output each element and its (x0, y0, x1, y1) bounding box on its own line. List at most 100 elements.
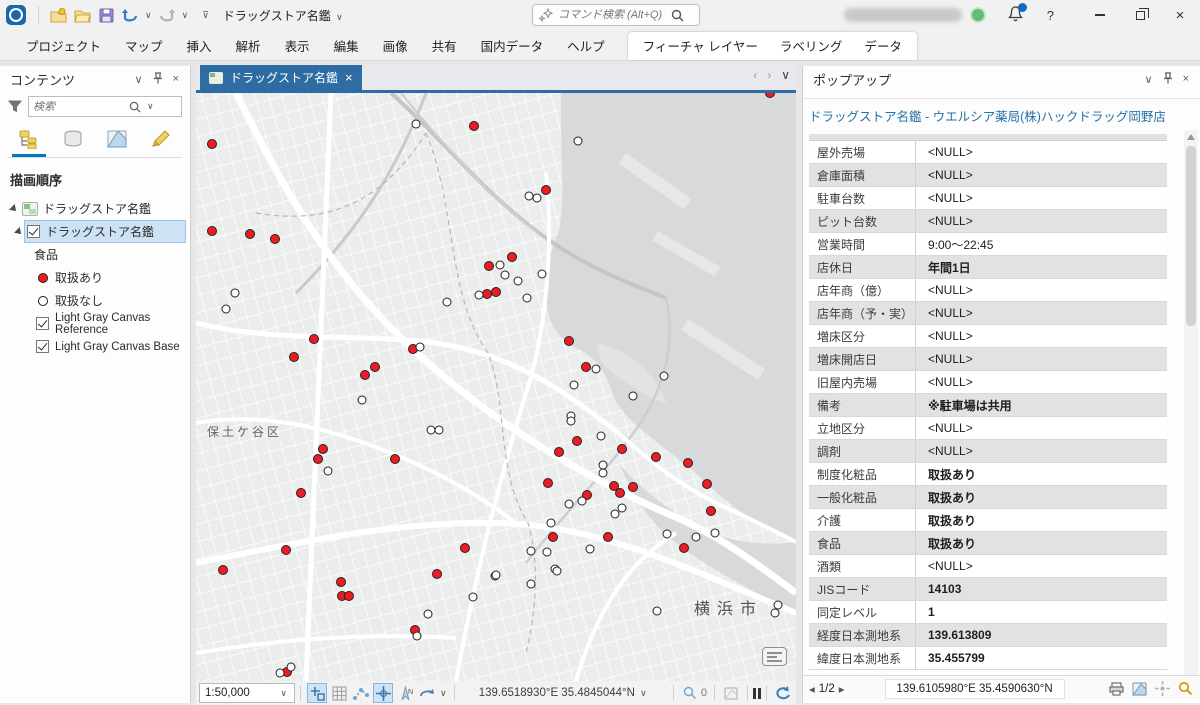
contents-search-box[interactable]: ∨ (28, 96, 182, 117)
store-point-white[interactable] (287, 663, 296, 672)
store-point-white[interactable] (711, 529, 720, 538)
popup-feature-title[interactable]: ドラッグストア名鑑 - ウエルシア薬局(株)ハックドラッグ岡野店 (809, 106, 1189, 125)
collapse-icon[interactable] (9, 204, 19, 214)
store-point-white[interactable] (578, 497, 587, 506)
minimize-button[interactable] (1080, 0, 1120, 30)
pane-menu-icon[interactable]: ∨ (1140, 73, 1158, 86)
pin-icon[interactable] (148, 72, 168, 87)
zoom-to-icon[interactable] (1178, 681, 1193, 696)
store-point-white[interactable] (592, 365, 601, 374)
close-pane-icon[interactable]: × (168, 73, 184, 85)
tab-selection[interactable] (100, 129, 134, 157)
store-point-white[interactable] (565, 500, 574, 509)
store-point-white[interactable] (424, 610, 433, 619)
command-search-box[interactable] (532, 4, 700, 26)
store-point-red[interactable] (296, 488, 306, 498)
rotate-button[interactable] (417, 683, 437, 703)
store-point-white[interactable] (231, 289, 240, 298)
ribbon-tab-10[interactable]: ヘルプ (555, 30, 617, 61)
store-point-red[interactable] (572, 436, 582, 446)
tree-item-layer-selected[interactable]: ドラッグストア名鑑 (24, 220, 186, 243)
print-icon[interactable] (1109, 682, 1124, 696)
layer-visibility-checkbox[interactable] (36, 340, 49, 353)
store-point-white[interactable] (492, 571, 501, 580)
ribbon-tab-4[interactable]: 解析 (224, 30, 273, 61)
store-point-red[interactable] (318, 444, 328, 454)
store-point-red[interactable] (615, 488, 625, 498)
store-point-white[interactable] (660, 372, 669, 381)
tab-drawing-order[interactable] (12, 129, 46, 157)
store-point-red[interactable] (651, 452, 661, 462)
store-point-white[interactable] (611, 510, 620, 519)
store-point-red[interactable] (370, 362, 380, 372)
search-options-icon[interactable]: ∨ (145, 101, 156, 112)
store-point-red[interactable] (432, 569, 442, 579)
tree-item-map[interactable]: ドラッグストア名鑑 (0, 197, 190, 220)
help-button[interactable]: ? (1047, 8, 1054, 23)
ribbon-tab-9[interactable]: 国内データ (469, 30, 556, 61)
layer-visibility-checkbox[interactable] (27, 225, 40, 238)
store-point-red[interactable] (336, 577, 346, 587)
snapping-toggle[interactable] (307, 683, 327, 703)
redo-dropdown-icon[interactable]: ∨ (180, 10, 191, 21)
prev-view-icon[interactable]: ‹ (753, 68, 757, 82)
store-point-white[interactable] (653, 607, 662, 616)
store-point-white[interactable] (412, 120, 421, 129)
store-point-red[interactable] (679, 543, 689, 553)
store-point-red[interactable] (313, 454, 323, 464)
prev-feature-icon[interactable]: ◂ (809, 682, 815, 696)
close-view-icon[interactable]: × (345, 70, 353, 85)
scroll-up-icon[interactable] (1187, 134, 1195, 140)
store-point-white[interactable] (469, 593, 478, 602)
store-point-white[interactable] (358, 396, 367, 405)
undo-button[interactable] (119, 3, 141, 27)
contextual-tab-1[interactable]: フィーチャ レイヤー (632, 30, 769, 61)
contextual-tab-2[interactable]: ラベリング (769, 30, 854, 61)
store-point-white[interactable] (413, 632, 422, 641)
store-point-white[interactable] (599, 469, 608, 478)
store-point-white[interactable] (597, 432, 606, 441)
store-point-white[interactable] (538, 270, 547, 279)
grid-toggle[interactable] (329, 683, 349, 703)
ribbon-tab-6[interactable]: 編集 (322, 30, 371, 61)
ground-to-grid-toggle[interactable] (373, 683, 393, 703)
restore-button[interactable] (1120, 0, 1160, 30)
store-point-white[interactable] (629, 392, 638, 401)
store-point-red[interactable] (617, 444, 627, 454)
store-point-white[interactable] (527, 547, 536, 556)
store-point-red[interactable] (218, 565, 228, 575)
compass-button[interactable]: N (395, 683, 415, 703)
store-point-white[interactable] (543, 548, 552, 557)
next-feature-icon[interactable]: ▸ (839, 682, 845, 696)
store-point-white[interactable] (276, 669, 285, 678)
ribbon-tab-5[interactable]: 表示 (273, 30, 322, 61)
next-view-icon[interactable]: › (767, 68, 771, 82)
store-point-red[interactable] (683, 458, 693, 468)
store-point-red[interactable] (309, 334, 319, 344)
view-list-dropdown-icon[interactable]: ∨ (781, 68, 790, 82)
store-point-red[interactable] (564, 336, 574, 346)
tree-item-basemap[interactable]: Light Gray Canvas Reference (0, 312, 190, 335)
account-name[interactable] (844, 8, 962, 22)
scale-select[interactable]: 1:50,000 ∨ (199, 683, 295, 703)
tab-data-source[interactable] (56, 129, 90, 157)
store-point-white[interactable] (435, 426, 444, 435)
popup-scrollbar[interactable] (1184, 130, 1198, 675)
store-point-red[interactable] (702, 479, 712, 489)
tab-editing[interactable] (144, 129, 178, 157)
store-point-white[interactable] (514, 277, 523, 286)
store-point-red[interactable] (460, 543, 470, 553)
store-point-white[interactable] (574, 137, 583, 146)
store-point-white[interactable] (496, 261, 505, 270)
store-point-white[interactable] (567, 417, 576, 426)
dynamic-constraints-toggle[interactable] (351, 683, 371, 703)
layer-visibility-checkbox[interactable] (36, 317, 49, 330)
store-point-red[interactable] (581, 362, 591, 372)
refresh-button[interactable] (773, 683, 793, 703)
close-button[interactable]: × (1160, 0, 1200, 30)
store-point-red[interactable] (207, 139, 217, 149)
pause-drawing-button[interactable] (753, 688, 761, 699)
contextual-tab-3[interactable]: データ (853, 30, 913, 61)
zoom-history-button[interactable] (680, 683, 700, 703)
store-point-white[interactable] (533, 194, 542, 203)
